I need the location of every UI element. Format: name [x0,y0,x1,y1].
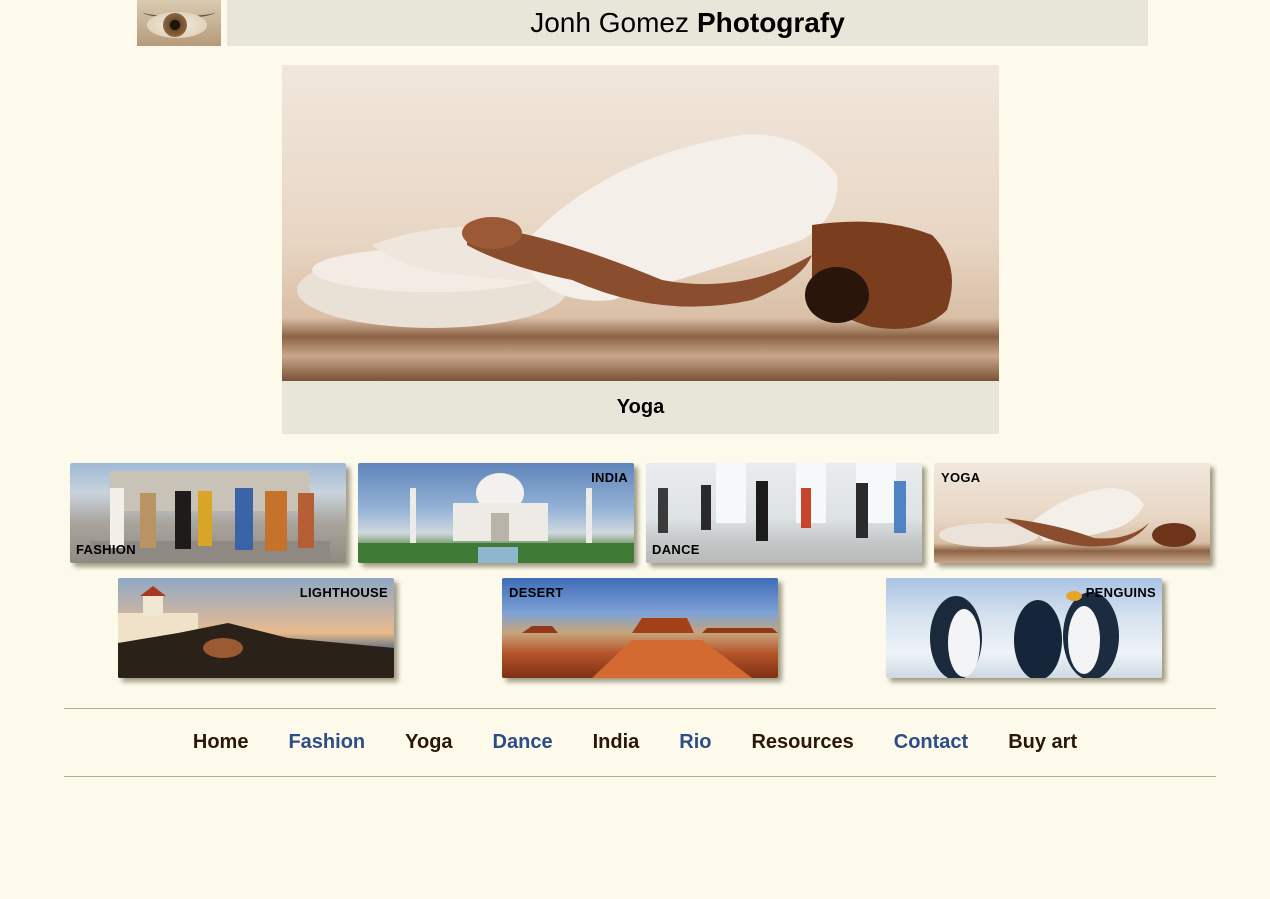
thumbnail-label-dance: DANCE [652,542,700,557]
thumbnail-label-fashion: FASHION [76,542,136,557]
penguin-1-belly-shape [948,609,980,677]
thumbnail-lighthouse[interactable]: LIGHTHOUSE [118,578,394,678]
model-7-shape [298,493,314,548]
dune-shape [592,640,752,678]
hands-shape [462,217,522,249]
eye-icon [137,0,221,46]
main-nav: Home Fashion Yoga Dance India Rio Resour… [0,720,1270,764]
thumbnail-label-desert: DESERT [509,585,564,600]
thumbnail-dance[interactable]: DANCE [646,463,922,563]
butte-shape [632,618,694,633]
pool-shape [478,547,518,563]
dancer-6-shape [894,481,906,533]
site-title-regular: Jonh Gomez [530,7,689,38]
site-title-bold: Photografy [696,7,845,38]
nav-divider-top [64,708,1216,709]
nav-link-home[interactable]: Home [173,731,269,754]
model-6-shape [265,491,287,551]
penguin-3-belly-shape [1068,606,1100,674]
mesa-left-shape [522,626,558,633]
dancer-4-shape [801,488,811,528]
hair-shape [805,267,869,323]
window-1-shape [716,463,746,523]
arch-shape [491,513,509,541]
thumbnail-label-penguins: PENGUINS [1085,585,1156,600]
minaret-right-shape [586,488,592,543]
model-2-shape [140,493,156,548]
nav-link-resources[interactable]: Resources [731,731,873,754]
iris-shape [163,13,187,37]
model-4-shape [198,491,212,546]
lighthouse-roof-shape [140,586,166,596]
thumbnail-label-india: INDIA [591,470,628,485]
lighthouse-tower-shape [143,596,163,616]
thumbnail-desert[interactable]: DESERT [502,578,778,678]
nav-link-yoga[interactable]: Yoga [385,731,472,754]
thumbnail-penguins[interactable]: PENGUINS [886,578,1162,678]
mesa-right-shape [702,628,778,633]
thumbnail-yoga[interactable]: YOGA [934,463,1210,563]
page: Jonh Gomez Photografy Yoga FASHION INDIA… [0,0,1270,899]
featured-photo[interactable] [282,65,999,381]
dancer-1-shape [658,488,668,533]
penguin-3-patch-shape [1066,591,1082,601]
site-title: Jonh Gomez Photografy [227,0,1148,46]
dancer-5-shape [856,483,868,538]
nav-divider-bottom [64,776,1216,777]
dancer-3-shape [756,481,768,541]
nav-link-rio[interactable]: Rio [659,731,731,754]
yoga-pose-illustration [297,134,952,329]
minaret-left-shape [410,488,416,543]
nav-link-dance[interactable]: Dance [473,731,573,754]
nav-link-india[interactable]: India [573,731,660,754]
nav-link-contact[interactable]: Contact [874,731,988,754]
model-3-shape [175,491,191,549]
thumbnail-label-lighthouse: LIGHTHOUSE [299,585,388,600]
dancer-2-shape [701,485,711,530]
thumbnail-fashion[interactable]: FASHION [70,463,346,563]
penguin-2-body-shape [1014,600,1062,678]
model-1-shape [110,488,124,548]
nav-link-fashion[interactable]: Fashion [268,731,385,754]
nav-link-buy-art[interactable]: Buy art [988,731,1097,754]
featured-caption: Yoga [282,381,999,434]
thumbnail-label-yoga: YOGA [941,470,981,485]
thumbnail-india[interactable]: INDIA [358,463,634,563]
rock-shape [203,638,243,658]
model-5-shape [235,488,253,550]
thumb-head-shape [1152,523,1196,547]
